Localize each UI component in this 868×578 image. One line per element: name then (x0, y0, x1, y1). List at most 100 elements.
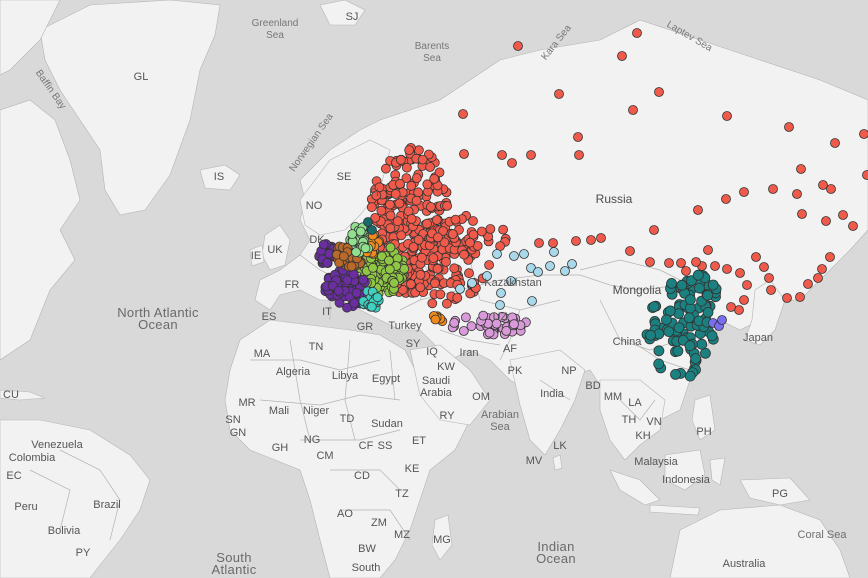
country-code-fr: FR (284, 279, 300, 291)
occurrence-point-siberia-red (830, 138, 840, 148)
occurrence-point-siberia-red (782, 293, 792, 303)
country-code-cf: CF (358, 440, 374, 452)
occurrence-point-lightgreen (347, 229, 358, 240)
occurrence-point-china-teal (645, 329, 656, 341)
occurrence-point-kazakh-blue (533, 267, 543, 277)
occurrence-point-siberia-red (554, 89, 564, 99)
occurrence-point-siberia-red (859, 129, 868, 139)
occurrence-point-balkan-purple (351, 288, 362, 298)
occurrence-point-central-asia-pink (484, 327, 495, 338)
occurrence-point-china-teal (684, 340, 696, 352)
occurrence-point-russia-red (425, 202, 436, 212)
ocean-label-arabian-sea: Arabian Sea (481, 409, 519, 433)
country-code-sn: SN (225, 414, 241, 426)
country-code-vn: VN (646, 416, 662, 428)
occurrence-point-cyan (363, 217, 373, 227)
country-code-kh: KH (635, 430, 651, 442)
occurrence-point-china-teal (683, 312, 695, 324)
occurrence-point-china-teal (696, 338, 708, 350)
occurrence-point-siberia-red (726, 302, 736, 312)
sea-label-greenland: Greenland Sea (251, 18, 299, 41)
basemap (0, 0, 868, 578)
occurrence-point-europe-green (385, 242, 396, 253)
country-code-mz: MZ (394, 529, 410, 541)
country-code-ry: RY (439, 410, 455, 422)
country-code-gr: GR (356, 321, 374, 333)
country-label-niger: Niger (302, 405, 330, 417)
occurrence-point-siberia-red (507, 158, 517, 168)
occurrence-point-central-asia-pink (509, 319, 519, 330)
occurrence-point-siberia-red (784, 122, 794, 132)
occurrence-point-balkan-purple (358, 274, 369, 285)
occurrence-point-russia-red (432, 232, 443, 243)
country-code-es: ES (261, 311, 277, 323)
country-code-pk: PK (507, 365, 523, 377)
occurrence-point-russia-red (441, 256, 451, 267)
occurrence-point-siberia-red (586, 235, 596, 245)
occurrence-point-china-teal (670, 368, 681, 380)
country-code-gh: GH (271, 442, 289, 454)
occurrence-point-siberia-red (693, 205, 703, 215)
occurrence-point-china-teal (653, 345, 665, 357)
occurrence-point-kazakh-blue (567, 259, 577, 269)
country-code-cm: CM (316, 450, 334, 462)
occurrence-point-china-teal (666, 277, 677, 289)
occurrence-point-balkan-purple (349, 298, 360, 309)
country-code-mr: MR (238, 397, 256, 409)
occurrence-point-brown (338, 251, 349, 262)
occurrence-point-siberia-red (768, 184, 778, 194)
country-label-iran: Iran (459, 347, 479, 359)
occurrence-point-russia-red (411, 173, 422, 184)
occurrence-point-russia-red (416, 252, 427, 263)
occurrence-point-russia-red (413, 145, 424, 156)
ocean-label-coral-sea: Coral Sea (797, 529, 847, 541)
country-label-bolivia: Bolivia (47, 525, 81, 537)
occurrence-point-siberia-red (838, 210, 848, 220)
country-label-algeria: Algeria (275, 366, 311, 378)
canada-mainland (0, 99, 81, 361)
occurrence-point-kazakh-blue (496, 288, 506, 298)
country-code-mv: MV (525, 455, 543, 467)
country-code-la: LA (628, 397, 642, 409)
country-label-venezuela: Venezuela (31, 439, 83, 451)
occurrence-point-russia-red (385, 223, 396, 234)
world-map[interactable]: North Atlantic Ocean South Atlantic Indi… (0, 0, 868, 578)
occurrence-point-kazakh-blue (467, 278, 477, 288)
occurrence-point-siberia-red (574, 150, 584, 160)
occurrence-point-siberia-red (792, 189, 802, 199)
occurrence-point-china-teal (706, 330, 718, 342)
occurrence-point-siberia-red (628, 105, 638, 115)
occurrence-point-siberia-red (759, 262, 769, 272)
occurrence-point-siberia-red (764, 273, 774, 283)
java-landmass (649, 504, 701, 516)
occurrence-point-kazakh-blue (545, 261, 555, 271)
country-label-australia: Australia (722, 558, 766, 570)
occurrence-point-siberia-red (766, 285, 776, 295)
occurrence-point-siberia-red (862, 170, 868, 180)
occurrence-point-russia-red (429, 278, 440, 289)
country-code-ph: PH (696, 426, 712, 438)
occurrence-point-russia-red (450, 214, 461, 225)
occurrence-point-kazakh-blue (495, 300, 505, 310)
occurrence-point-europe-green (389, 277, 400, 288)
occurrence-point-russia-red (432, 263, 443, 274)
occurrence-point-japan-blue (717, 315, 727, 325)
occurrence-point-russia-red (380, 163, 391, 174)
occurrence-point-russia-red (428, 253, 439, 264)
country-code-it: IT (322, 306, 332, 318)
occurrence-point-china-teal (672, 345, 684, 357)
country-label-mongolia: Mongolia (612, 283, 662, 297)
occurrence-point-russia-red (405, 279, 416, 290)
country-label-south: South (351, 562, 381, 574)
occurrence-point-siberia-red (691, 257, 701, 267)
occurrence-point-kazakh-blue (527, 296, 537, 306)
country-code-mg: MG (433, 534, 451, 546)
occurrence-point-china-teal (690, 353, 701, 364)
occurrence-point-china-teal (664, 305, 676, 317)
country-code-gl: GL (133, 71, 149, 83)
country-code-dk: DK (309, 234, 325, 246)
country-code-sj: SJ (345, 11, 359, 23)
country-code-cd: CD (354, 470, 370, 482)
occurrence-point-siberia-red (817, 264, 827, 274)
occurrence-point-russia-red (498, 224, 509, 235)
